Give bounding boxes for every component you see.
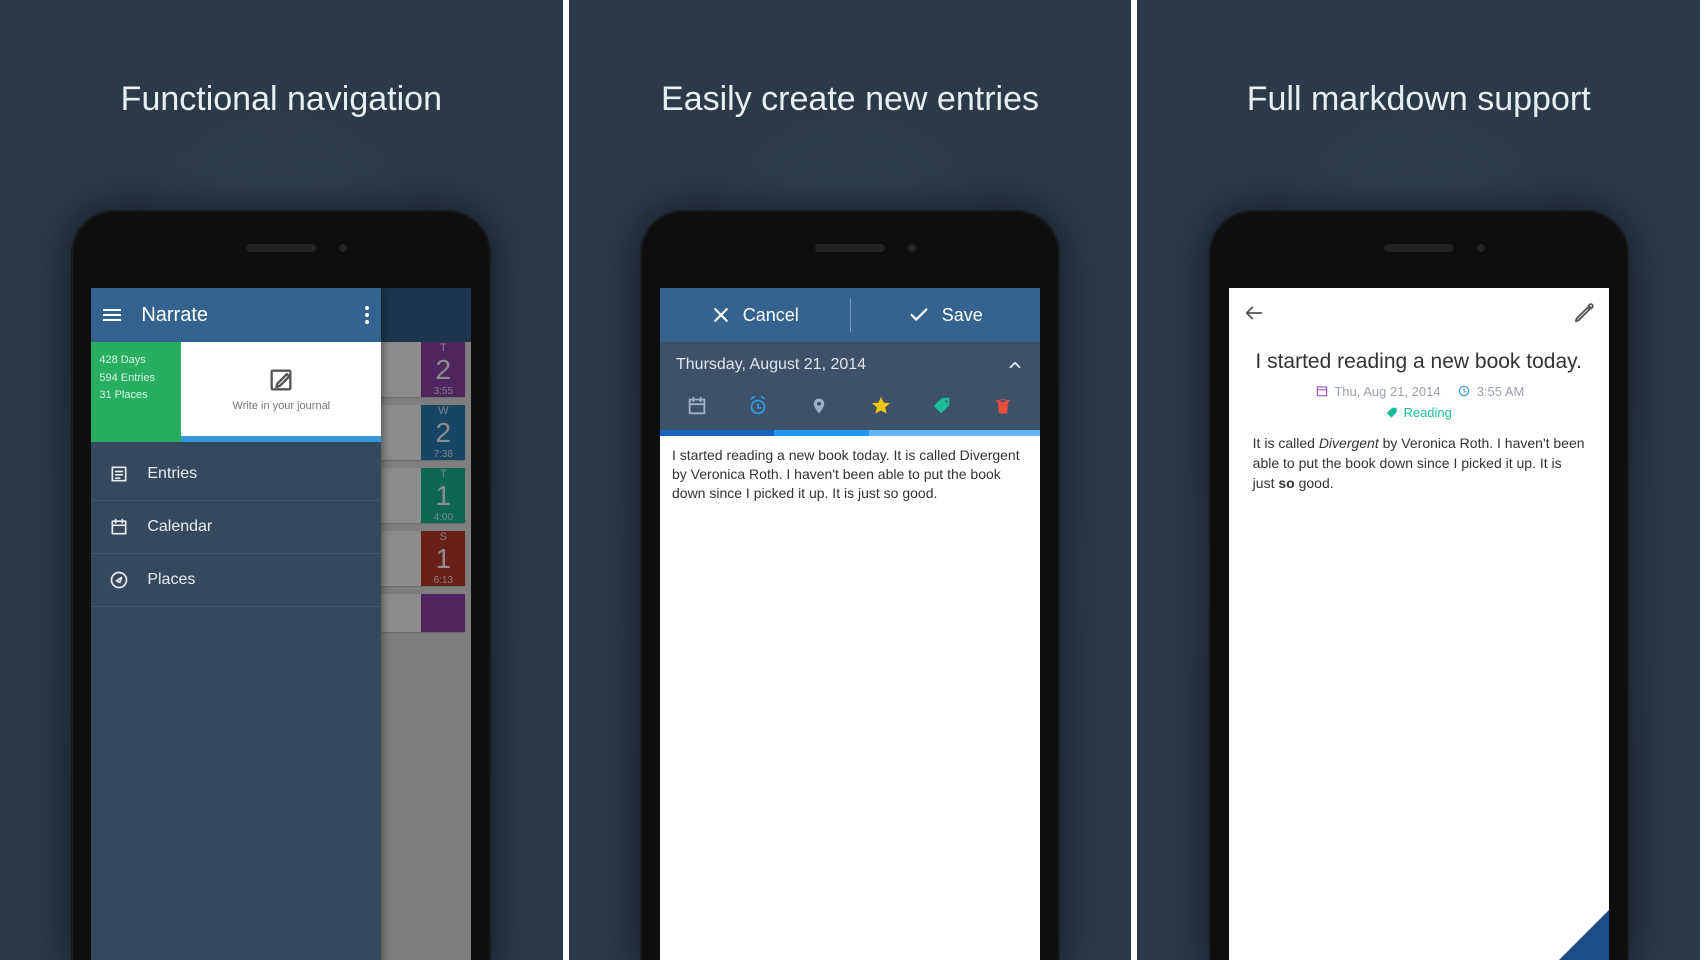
tag-small-icon: [1385, 406, 1399, 420]
entries-icon: [109, 464, 129, 484]
stat-days: 428 Days: [99, 352, 173, 370]
entry-time: 3:55 AM: [1477, 384, 1525, 399]
check-icon: [908, 304, 930, 326]
write-new-button[interactable]: Write in your journal: [181, 342, 381, 436]
stats-box: 428 Days 594 Entries 31 Places: [91, 342, 181, 442]
nav-item-places[interactable]: Places: [91, 554, 381, 607]
entry-title: I started reading a new book today.: [1253, 348, 1585, 376]
stat-places: 31 Places: [99, 387, 173, 405]
compass-icon: [109, 570, 129, 590]
editor-action-bar: Cancel Save: [660, 288, 1040, 342]
stat-entries: 594 Entries: [99, 370, 173, 388]
entry-date: Thursday, August 21, 2014: [676, 356, 866, 374]
entry-body: It is called Divergent by Veronica Roth.…: [1253, 434, 1585, 493]
tagline: Functional navigation: [0, 80, 563, 119]
phone-screen: I started reading a new book today. Thu,…: [1229, 288, 1609, 960]
clock-small-icon: [1457, 384, 1471, 401]
save-button[interactable]: Save: [851, 288, 1041, 342]
write-caption: Write in your journal: [233, 400, 331, 412]
entry-view: I started reading a new book today. Thu,…: [1229, 342, 1609, 960]
app-bar: Narrate: [91, 288, 381, 342]
phone-frame: I started reading a new book today. Thu,…: [1209, 210, 1629, 960]
compose-icon: [267, 366, 295, 394]
entry-body-input[interactable]: I started reading a new book today. It i…: [660, 436, 1040, 960]
pencil-icon: [1573, 302, 1595, 324]
phone-frame: Cancel Save Thursday, August 21, 2014: [640, 210, 1060, 960]
nav-drawer: Narrate 428 Days 594 Entries 31 Places: [91, 288, 381, 960]
location-icon[interactable]: [807, 394, 831, 418]
view-action-bar: [1229, 288, 1609, 342]
nav-item-calendar[interactable]: Calendar: [91, 501, 381, 554]
phone-frame: oday. It is oth. I ook down… T 2 3:55 e …: [71, 210, 491, 960]
overflow-icon[interactable]: [365, 306, 369, 324]
delete-icon[interactable]: [991, 394, 1015, 418]
chevron-up-icon: [1006, 356, 1024, 374]
entry-tag[interactable]: Reading: [1253, 405, 1585, 420]
phone-screen: oday. It is oth. I ook down… T 2 3:55 e …: [91, 288, 471, 960]
date-picker-icon[interactable]: [685, 394, 709, 418]
editor-toolbar: [660, 388, 1040, 430]
calendar-small-icon: [1315, 384, 1329, 401]
promo-panel-create: Easily create new entries Cancel Save Th…: [569, 0, 1138, 960]
close-icon: [711, 305, 731, 325]
app-title: Narrate: [141, 304, 208, 327]
entry-date: Thu, Aug 21, 2014: [1334, 384, 1440, 399]
reminder-icon[interactable]: [746, 394, 770, 418]
nav-item-entries[interactable]: Entries: [91, 448, 381, 501]
entry-meta: Thu, Aug 21, 2014 3:55 AM: [1253, 384, 1585, 401]
tagline: Easily create new entries: [569, 80, 1132, 119]
edit-button[interactable]: [1573, 302, 1595, 329]
menu-icon[interactable]: [103, 306, 121, 324]
page-fold-decor: [1549, 910, 1609, 960]
promo-panel-markdown: Full markdown support I started reading …: [1137, 0, 1706, 960]
tagline: Full markdown support: [1137, 80, 1700, 119]
favorite-icon[interactable]: [869, 394, 893, 418]
cancel-button[interactable]: Cancel: [660, 288, 850, 342]
calendar-icon: [109, 517, 129, 537]
tag-icon[interactable]: [930, 394, 954, 418]
back-arrow-icon: [1243, 302, 1265, 324]
back-button[interactable]: [1243, 302, 1265, 329]
promo-panel-navigation: Functional navigation oday. It is oth. I…: [0, 0, 569, 960]
phone-screen: Cancel Save Thursday, August 21, 2014: [660, 288, 1040, 960]
date-row[interactable]: Thursday, August 21, 2014: [660, 342, 1040, 388]
